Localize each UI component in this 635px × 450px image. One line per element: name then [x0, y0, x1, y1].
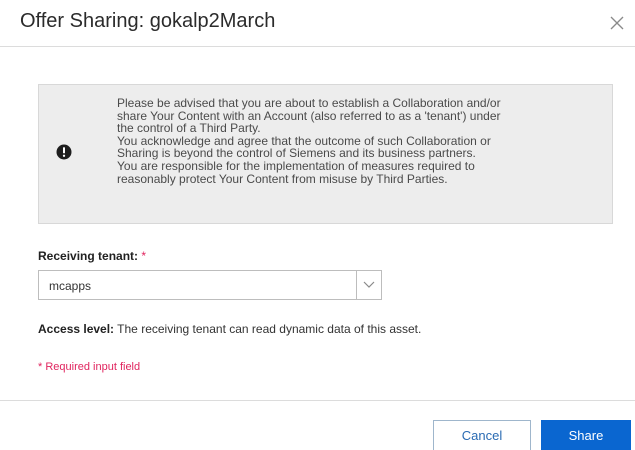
disclaimer-line: Please be advised that you are about to …	[117, 96, 501, 110]
receiving-tenant-value: mcapps	[49, 279, 92, 293]
disclaimer-line: the control of a Third Party.	[117, 121, 261, 136]
disclaimer-text: Please be advised that you are about to …	[117, 97, 597, 185]
disclaimer-line: reasonably protect Your Content from mis…	[117, 171, 448, 186]
share-button[interactable]: Share	[541, 420, 631, 450]
receiving-tenant-label: Receiving tenant: *	[38, 249, 146, 263]
dialog-title: Offer Sharing: gokalp2March	[20, 10, 276, 32]
required-asterisk: *	[141, 249, 147, 263]
chevron-down-icon[interactable]	[356, 271, 381, 299]
receiving-tenant-label-text: Receiving tenant:	[38, 249, 139, 263]
disclaimer-notice: Please be advised that you are about to …	[38, 84, 613, 224]
cancel-button[interactable]: Cancel	[433, 420, 531, 450]
exclamation-icon	[56, 144, 72, 160]
access-level-text: The receiving tenant can read dynamic da…	[114, 322, 422, 336]
access-level-info: Access level: The receiving tenant can r…	[38, 322, 421, 336]
dialog-header: Offer Sharing: gokalp2March	[0, 0, 635, 47]
footer-divider	[0, 400, 635, 401]
required-field-note: * Required input field	[38, 361, 141, 373]
receiving-tenant-select[interactable]: mcapps	[38, 270, 382, 300]
offer-sharing-dialog: Offer Sharing: gokalp2March Please be ad…	[0, 0, 635, 450]
access-level-label: Access level:	[38, 322, 115, 336]
close-icon[interactable]	[607, 13, 627, 33]
disclaimer-line: You are responsible for the implementati…	[117, 158, 475, 173]
